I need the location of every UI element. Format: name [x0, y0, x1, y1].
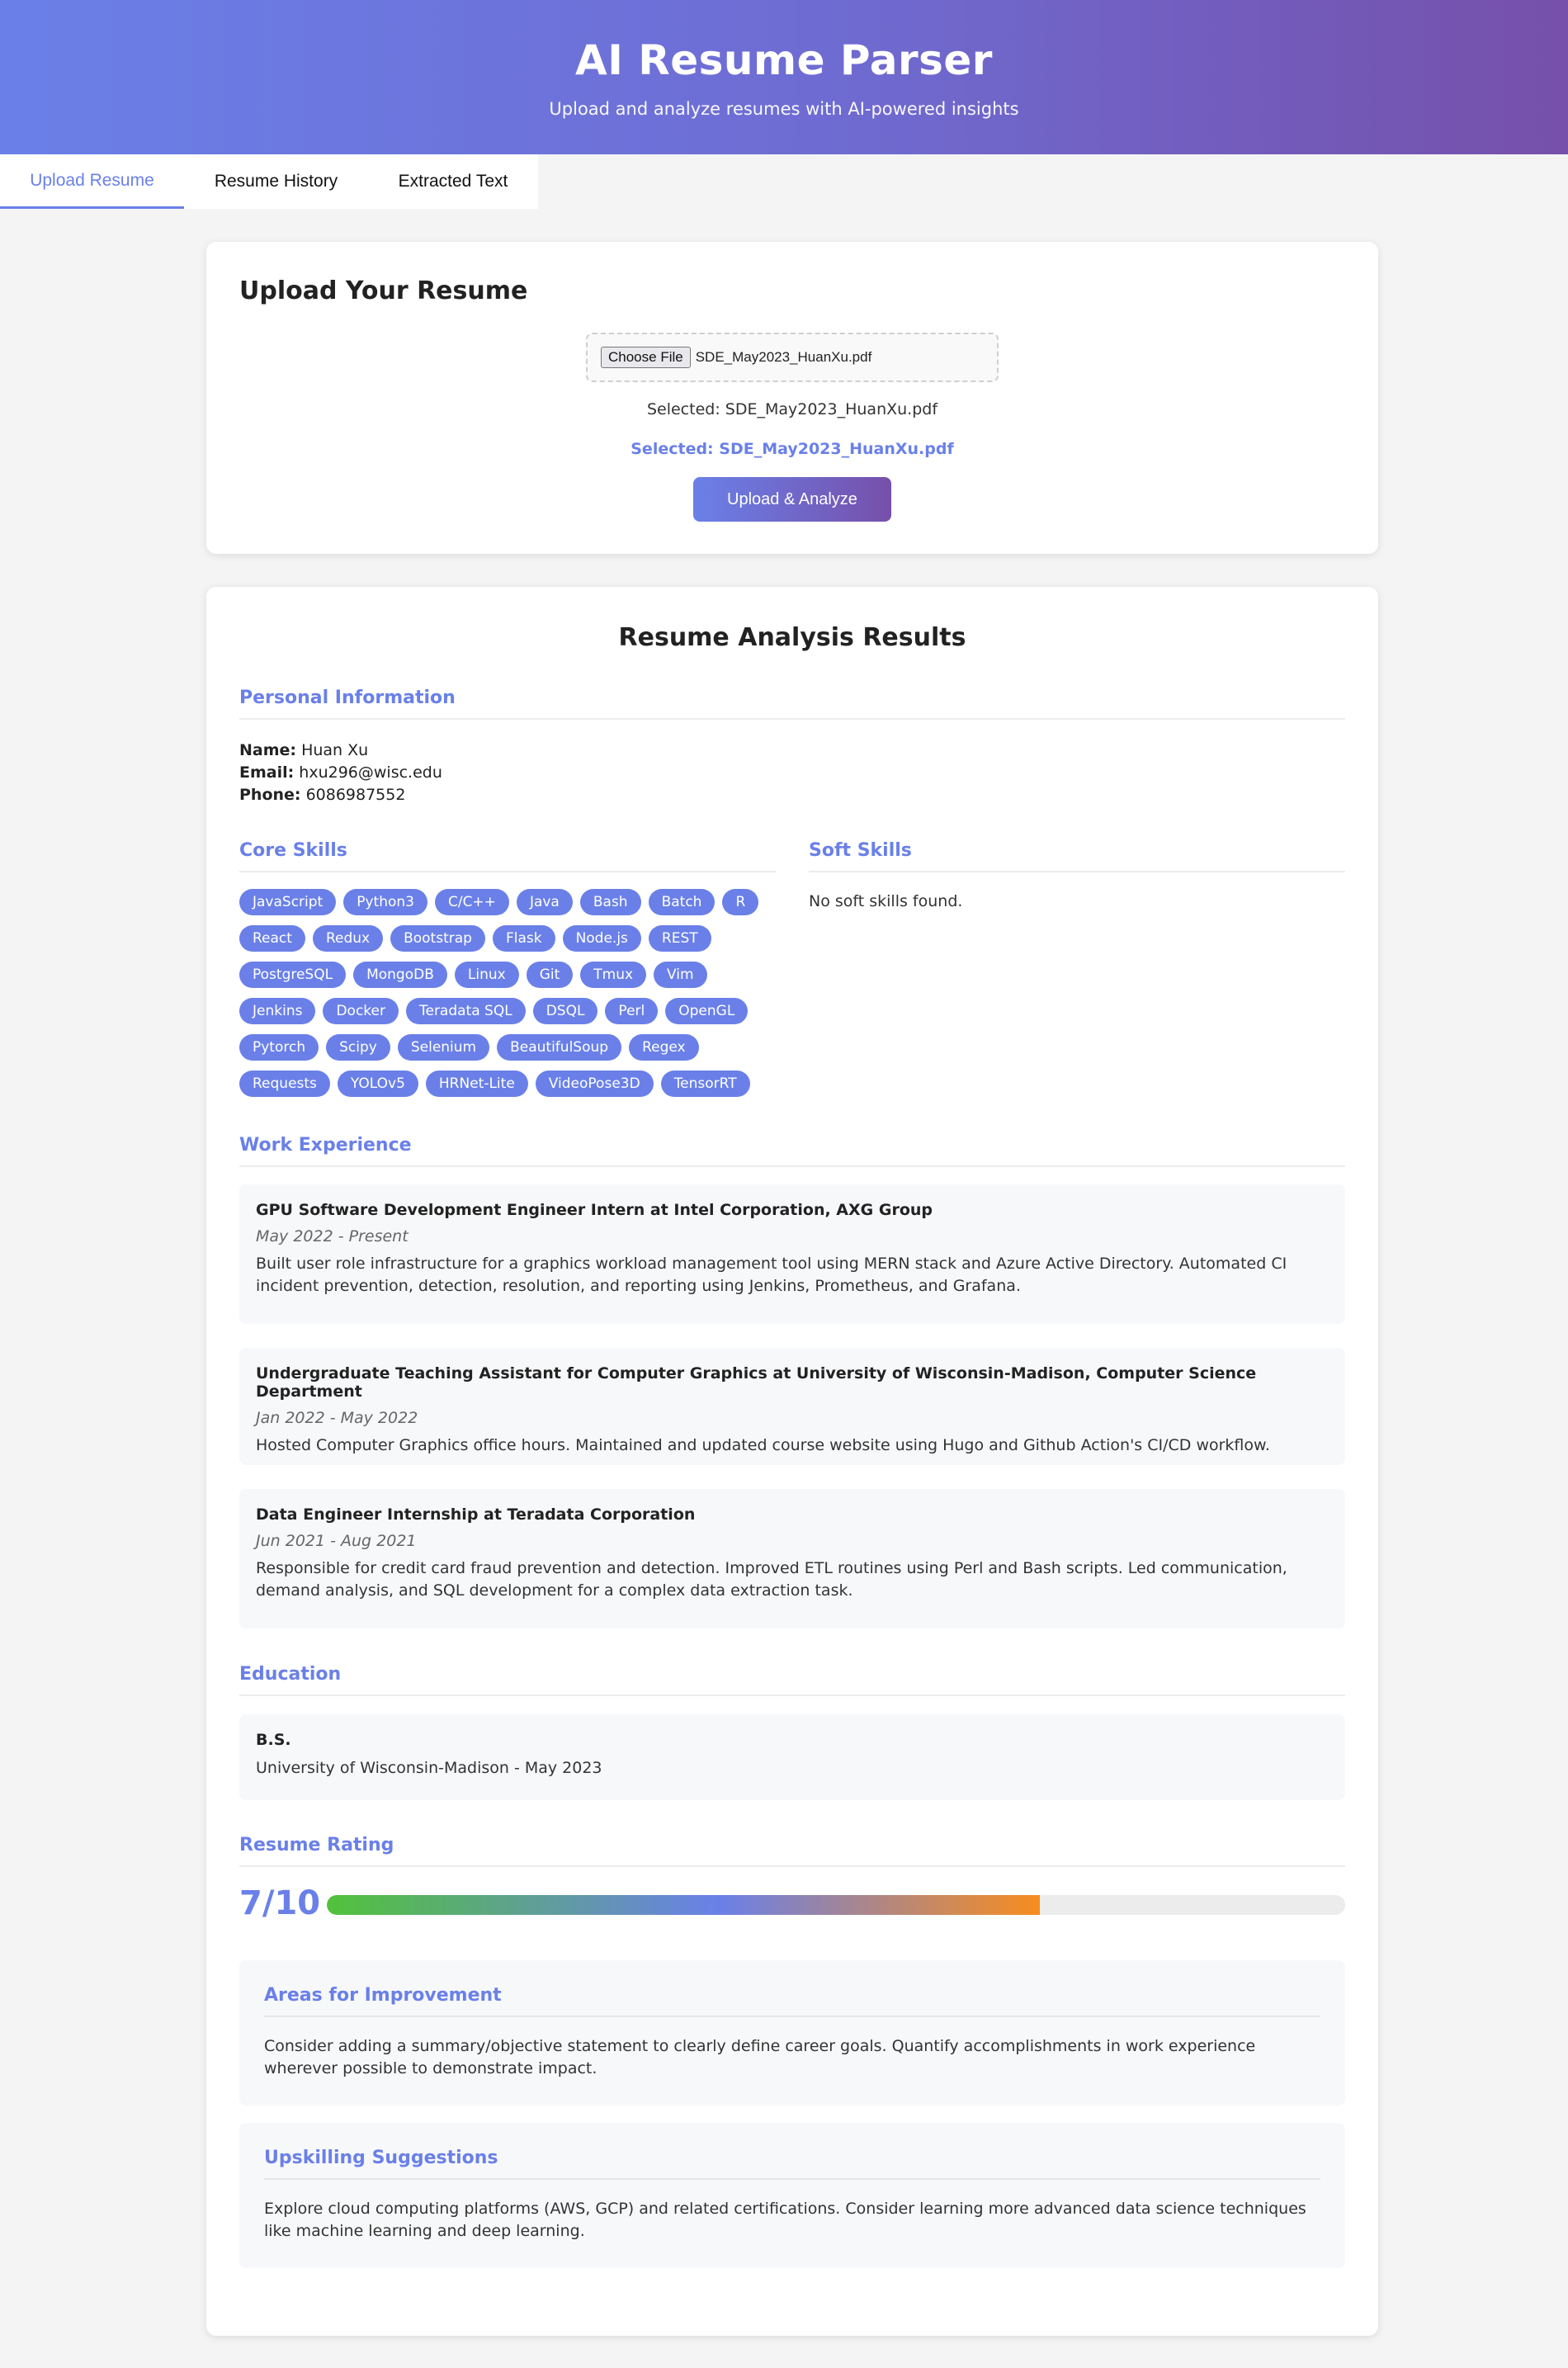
skill-tag: PostgreSQL: [239, 962, 347, 988]
skill-tag: VideoPose3D: [535, 1071, 654, 1097]
soft-skills-heading: Soft Skills: [809, 840, 1345, 872]
personal-info-heading: Personal Information: [239, 688, 1345, 720]
education-heading: Education: [239, 1664, 1345, 1696]
personal-info: Name: Huan Xu Email: hxu296@wisc.edu Pho…: [239, 740, 442, 806]
education-item: B.S. University of Wisconsin-Madison - M…: [239, 1714, 1345, 1800]
tab-upload-resume[interactable]: Upload Resume: [0, 154, 184, 209]
skill-tag: TensorRT: [660, 1071, 750, 1097]
skill-tag: React: [239, 925, 305, 952]
improvement-text: Consider adding a summary/objective stat…: [264, 2037, 1256, 2077]
skill-tag: Vim: [654, 962, 707, 988]
upload-title: Upload Your Resume: [239, 277, 528, 305]
job-description: Built user role infrastructure for a gra…: [256, 1255, 1287, 1295]
skill-tag: Git: [526, 962, 574, 988]
upload-card: Upload Your Resume Choose File SDE_May20…: [206, 242, 1378, 554]
job-description: Responsible for credit card fraud preven…: [256, 1559, 1287, 1600]
skill-tag: C/C++: [434, 889, 509, 915]
work-item: Undergraduate Teaching Assistant for Com…: [239, 1348, 1345, 1465]
core-skills-list: JavaScript Python3 C/C++ Java Bash Batch R Reac…: [239, 889, 776, 1097]
skill-tag: Redux: [312, 925, 384, 952]
resume-rating-heading: Resume Rating: [239, 1835, 1345, 1867]
file-name: SDE_May2023_HuanXu.pdf: [695, 349, 872, 365]
skill-tag: Docker: [323, 998, 399, 1024]
job-title: Undergraduate Teaching Assistant for Com…: [256, 1364, 1257, 1401]
skill-tag: Python3: [343, 889, 427, 915]
skill-tag: Bootstrap: [390, 925, 485, 952]
upload-analyze-button[interactable]: Upload & Analyze: [693, 477, 891, 522]
name-value: Huan Xu: [301, 741, 369, 759]
file-input[interactable]: Choose File SDE_May2023_HuanXu.pdf: [586, 333, 999, 382]
skill-tag: Java: [516, 889, 573, 915]
results-title: Resume Analysis Results: [618, 623, 966, 652]
job-date: Jun 2021 - Aug 2021: [256, 1532, 417, 1550]
job-date: Jan 2022 - May 2022: [256, 1409, 418, 1427]
soft-skills-empty: No soft skills found.: [809, 892, 963, 910]
skill-tag: BeautifulSoup: [497, 1034, 622, 1061]
job-title: Data Engineer Internship at Teradata Cor…: [256, 1505, 696, 1524]
tab-bar: Upload Resume Resume History Extracted T…: [0, 154, 538, 209]
results-card: Resume Analysis Results Personal Informa…: [206, 587, 1378, 2336]
work-experience-heading: Work Experience: [239, 1135, 1345, 1167]
rating-bar: [327, 1895, 1345, 1915]
core-skills-heading: Core Skills: [239, 840, 776, 872]
job-date: May 2022 - Present: [256, 1227, 409, 1245]
skill-tag: REST: [648, 925, 711, 952]
choose-file-button[interactable]: Choose File: [601, 347, 691, 368]
upskilling-card: Upskilling Suggestions Explore cloud com…: [239, 2123, 1345, 2268]
name-label: Name:: [239, 741, 297, 759]
selected-file-highlight: Selected: SDE_May2023_HuanXu.pdf: [631, 440, 954, 458]
upskilling-text: Explore cloud computing platforms (AWS, …: [264, 2200, 1306, 2240]
skill-tag: MongoDB: [353, 962, 447, 988]
skill-tag: R: [722, 889, 759, 915]
skill-tag: Requests: [239, 1071, 330, 1097]
tab-resume-history[interactable]: Resume History: [184, 154, 368, 209]
improvement-card: Areas for Improvement Consider adding a …: [239, 1960, 1345, 2106]
skill-tag: Linux: [454, 962, 519, 988]
skill-tag: Tmux: [580, 962, 647, 988]
job-description: Hosted Computer Graphics office hours. M…: [256, 1436, 1270, 1454]
rating-bar-fill: [327, 1895, 1040, 1915]
job-title: GPU Software Development Engineer Intern…: [256, 1201, 933, 1219]
school: University of Wisconsin-Madison - May 20…: [256, 1759, 602, 1777]
phone-value: 6086987552: [305, 786, 406, 804]
skill-tag: Jenkins: [239, 998, 316, 1024]
skill-tag: HRNet-Lite: [425, 1071, 528, 1097]
skill-tag: Flask: [492, 925, 555, 952]
email-label: Email:: [239, 763, 295, 782]
app-title: AI Resume Parser: [575, 36, 993, 84]
skill-tag: Selenium: [397, 1034, 490, 1061]
skill-tag: Pytorch: [239, 1034, 319, 1061]
skill-tag: YOLOv5: [337, 1071, 418, 1097]
work-item: GPU Software Development Engineer Intern…: [239, 1184, 1345, 1324]
skill-tag: JavaScript: [239, 889, 337, 915]
degree: B.S.: [256, 1731, 291, 1749]
skill-tag: Scipy: [326, 1034, 390, 1061]
app-subtitle: Upload and analyze resumes with AI-power…: [549, 99, 1019, 119]
skill-tag: OpenGL: [665, 998, 749, 1024]
rating-score: 7/10: [239, 1884, 321, 1922]
tab-extracted-text[interactable]: Extracted Text: [368, 154, 538, 209]
skill-tag: Node.js: [562, 925, 641, 952]
improvement-heading: Areas for Improvement: [264, 1985, 1320, 2017]
app-header: AI Resume Parser Upload and analyze resu…: [0, 0, 1568, 154]
skill-tag: DSQL: [532, 998, 598, 1024]
skill-tag: Perl: [605, 998, 659, 1024]
skill-tag: Batch: [648, 889, 716, 915]
upskilling-heading: Upskilling Suggestions: [264, 2148, 1320, 2180]
phone-label: Phone:: [239, 786, 301, 804]
skill-tag: Bash: [579, 889, 641, 915]
work-item: Data Engineer Internship at Teradata Cor…: [239, 1489, 1345, 1628]
email-value: hxu296@wisc.edu: [299, 763, 442, 782]
skill-tag: Teradata SQL: [405, 998, 526, 1024]
selected-file-text: Selected: SDE_May2023_HuanXu.pdf: [646, 400, 938, 418]
skill-tag: Regex: [629, 1034, 699, 1061]
